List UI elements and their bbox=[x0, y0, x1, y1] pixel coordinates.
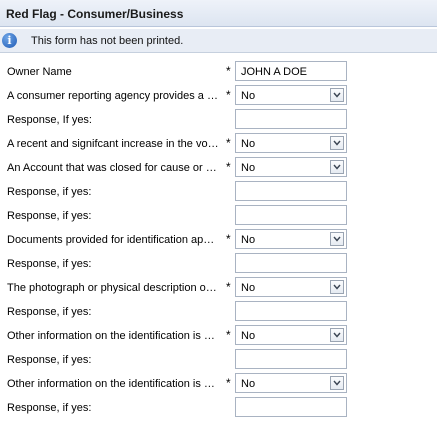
field-value: No bbox=[241, 234, 256, 246]
field-label: Response, if yes: bbox=[7, 210, 92, 222]
field-label: A recent and signifcant increase in the … bbox=[7, 138, 219, 150]
form-row: Response, if yes: bbox=[0, 181, 437, 203]
field-value: No bbox=[241, 378, 256, 390]
info-bar: i This form has not been printed. bbox=[0, 29, 437, 53]
field-value: No bbox=[241, 330, 256, 342]
required-marker: * bbox=[226, 88, 231, 102]
field-label: Response, if yes: bbox=[7, 402, 92, 414]
response-input[interactable] bbox=[235, 397, 347, 417]
response-input[interactable] bbox=[235, 349, 347, 369]
field-value: No bbox=[241, 90, 256, 102]
field-label: Other information on the identification … bbox=[7, 378, 219, 390]
field-value: No bbox=[241, 282, 256, 294]
field-label: Response, if yes: bbox=[7, 354, 92, 366]
chevron-down-icon[interactable] bbox=[330, 328, 344, 342]
response-input[interactable] bbox=[235, 253, 347, 273]
dropdown-select[interactable]: No bbox=[235, 157, 347, 177]
required-marker: * bbox=[226, 232, 231, 246]
chevron-down-icon[interactable] bbox=[330, 280, 344, 294]
chevron-down-icon[interactable] bbox=[330, 88, 344, 102]
form-row: Response, if yes: bbox=[0, 301, 437, 323]
dropdown-select[interactable]: No bbox=[235, 373, 347, 393]
form-row: Other information on the identification … bbox=[0, 325, 437, 347]
form-row: A recent and signifcant increase in the … bbox=[0, 133, 437, 155]
dropdown-select[interactable]: No bbox=[235, 133, 347, 153]
required-marker: * bbox=[226, 136, 231, 150]
field-label: Response, if yes: bbox=[7, 186, 92, 198]
dropdown-select[interactable]: No bbox=[235, 229, 347, 249]
info-icon: i bbox=[2, 33, 17, 48]
field-label: A consumer reporting agency provides a n… bbox=[7, 90, 219, 102]
form-row: A consumer reporting agency provides a n… bbox=[0, 85, 437, 107]
response-input[interactable] bbox=[235, 301, 347, 321]
field-label: An Account that was closed for cause or … bbox=[7, 162, 219, 174]
response-input[interactable] bbox=[235, 109, 347, 129]
field-label: Response, if yes: bbox=[7, 306, 92, 318]
required-marker: * bbox=[226, 280, 231, 294]
form-row: Response, if yes: bbox=[0, 349, 437, 371]
field-label: The photograph or physical description o… bbox=[7, 282, 219, 294]
required-marker: * bbox=[226, 160, 231, 174]
chevron-down-icon[interactable] bbox=[330, 376, 344, 390]
field-label: Owner Name bbox=[7, 66, 72, 78]
form-row: Other information on the identification … bbox=[0, 373, 437, 395]
dropdown-select[interactable]: No bbox=[235, 85, 347, 105]
field-value: JOHN A DOE bbox=[241, 66, 308, 78]
form-row: Documents provided for identification ap… bbox=[0, 229, 437, 251]
form-row: Response, if yes: bbox=[0, 253, 437, 275]
form-title: Red Flag - Consumer/Business bbox=[6, 7, 184, 21]
form-row: Response, if yes: bbox=[0, 397, 437, 419]
form-row: Owner Name * JOHN A DOE bbox=[0, 61, 437, 83]
info-message: This form has not been printed. bbox=[31, 35, 184, 47]
form-row: Response, If yes: bbox=[0, 109, 437, 131]
required-marker: * bbox=[226, 328, 231, 342]
chevron-down-icon[interactable] bbox=[330, 136, 344, 150]
form-row: The photograph or physical description o… bbox=[0, 277, 437, 299]
field-value: No bbox=[241, 162, 256, 174]
chevron-down-icon[interactable] bbox=[330, 232, 344, 246]
required-marker: * bbox=[226, 64, 231, 78]
owner-name-input[interactable]: JOHN A DOE bbox=[235, 61, 347, 81]
required-marker: * bbox=[226, 376, 231, 390]
field-label: Other information on the identification … bbox=[7, 330, 219, 342]
dropdown-select[interactable]: No bbox=[235, 277, 347, 297]
form-row: Response, if yes: bbox=[0, 205, 437, 227]
field-label: Documents provided for identification ap… bbox=[7, 234, 219, 246]
dropdown-select[interactable]: No bbox=[235, 325, 347, 345]
form-row: An Account that was closed for cause or … bbox=[0, 157, 437, 179]
response-input[interactable] bbox=[235, 205, 347, 225]
chevron-down-icon[interactable] bbox=[330, 160, 344, 174]
form-title-bar: Red Flag - Consumer/Business bbox=[0, 0, 437, 27]
field-label: Response, if yes: bbox=[7, 258, 92, 270]
field-value: No bbox=[241, 138, 256, 150]
field-label: Response, If yes: bbox=[7, 114, 92, 126]
response-input[interactable] bbox=[235, 181, 347, 201]
